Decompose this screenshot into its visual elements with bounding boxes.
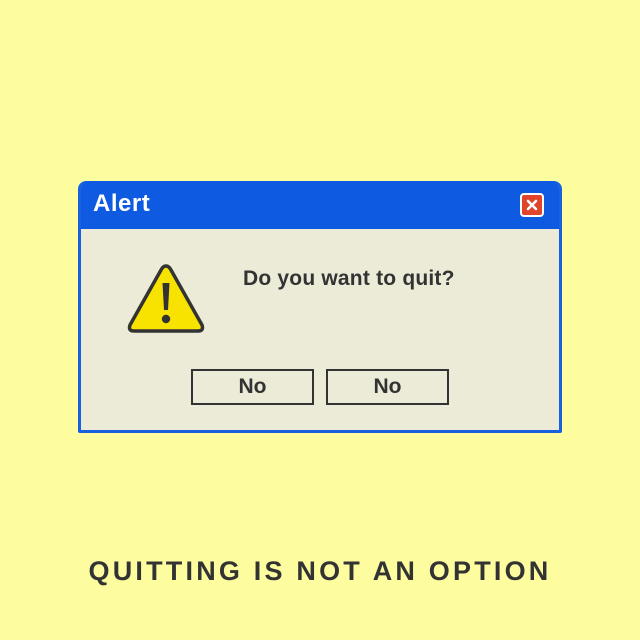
tagline: QUITTING IS NOT AN OPTION [88,556,552,586]
no-button-left[interactable]: No [191,369,314,405]
alert-dialog: Alert Do you want to quit? No No [78,181,562,433]
dialog-message: Do you want to quit? [243,267,455,290]
dialog-titlebar[interactable]: Alert [81,181,559,229]
no-button-right[interactable]: No [326,369,449,405]
warning-triangle-icon [127,264,205,333]
close-button[interactable] [520,193,544,217]
dialog-title: Alert [93,190,151,217]
close-x-icon [526,199,538,211]
